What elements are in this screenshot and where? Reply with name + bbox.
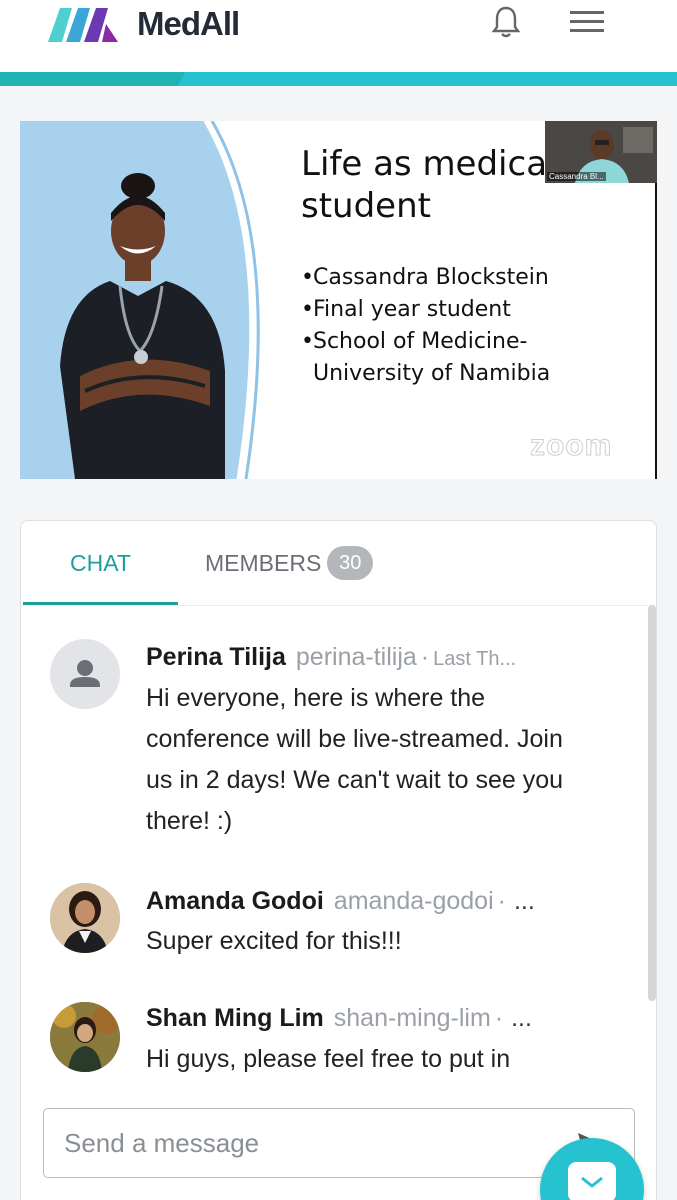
header-accent-bar (0, 72, 677, 86)
user-photo (50, 1002, 120, 1072)
slide-bullet: Cassandra Blockstein (301, 262, 550, 294)
slide-bullet: School of Medicine- (301, 326, 550, 358)
user-placeholder-icon (70, 660, 100, 687)
chat-bubble-icon (568, 1162, 616, 1200)
meta-separator: · (494, 1004, 504, 1032)
message-meta: Perina Tilija perina-tilija · Last Th... (146, 641, 566, 675)
slide-title: Life as medical student (301, 144, 557, 226)
message-time: Last Th... (433, 648, 517, 670)
sender-name[interactable]: Shan Ming Lim (146, 1004, 324, 1032)
chat-scrollbar[interactable] (648, 605, 656, 1001)
message-time: ... (511, 1004, 532, 1032)
app-header: MedAll (0, 0, 677, 72)
slide-bullet-list: Cassandra Blockstein Final year student … (301, 262, 550, 390)
bell-icon[interactable] (488, 4, 524, 40)
fab-glyph (581, 1176, 603, 1188)
sender-name[interactable]: Perina Tilija (146, 643, 286, 671)
presenter-thumbnail: Cassandra Bl... (545, 121, 657, 183)
tab-chat[interactable]: CHAT (23, 521, 178, 605)
speaker-photo (20, 121, 260, 479)
tab-members-label: MEMBERS (205, 550, 322, 576)
presenter-name-label: Cassandra Bl... (547, 172, 606, 181)
sender-name[interactable]: Amanda Godoi (146, 887, 324, 915)
message-time: ... (513, 887, 535, 915)
meta-separator: · (420, 643, 430, 671)
chat-panel: CHAT MEMBERS 30 Perina Tilija perina-tilij… (20, 520, 657, 1200)
tabs-divider (21, 605, 656, 606)
message-meta: Shan Ming Lim shan-ming-lim ·... (146, 1002, 566, 1034)
user-photo (50, 883, 120, 953)
slide-bullet-continuation: University of Namibia (313, 361, 551, 386)
live-video-stream[interactable]: Life as medical student Cassandra Blocks… (20, 121, 657, 479)
avatar[interactable] (50, 883, 120, 953)
message-meta: Amanda Godoi amanda-godoi ·... (146, 885, 566, 917)
members-count-badge: 30 (327, 545, 374, 580)
tab-chat-label: CHAT (70, 550, 131, 576)
message-input[interactable] (44, 1109, 574, 1177)
page: MedAll Life as medical student • Cassand… (0, 0, 677, 1200)
message-text: Super excited for this!!! (146, 927, 402, 955)
meta-separator: · (497, 887, 506, 915)
zoom-watermark: zoom (529, 429, 613, 463)
tab-members[interactable]: MEMBERS 30 (205, 521, 395, 605)
sender-handle: amanda-godoi (333, 887, 494, 915)
sender-handle: perina-tilija (295, 643, 417, 671)
avatar[interactable] (50, 1002, 120, 1072)
message-text: Hi guys, please feel free to put in (146, 1045, 511, 1073)
avatar[interactable] (50, 639, 120, 709)
message-text: Hi everyone, here is where the conferenc… (146, 684, 564, 835)
sender-handle: shan-ming-lim (333, 1004, 491, 1032)
slide-border (655, 183, 657, 479)
slide-bullet: Final year student (301, 294, 550, 326)
hamburger-menu-icon[interactable] (568, 8, 606, 36)
medall-logo (48, 8, 118, 42)
brand-name[interactable]: MedAll (137, 2, 240, 46)
